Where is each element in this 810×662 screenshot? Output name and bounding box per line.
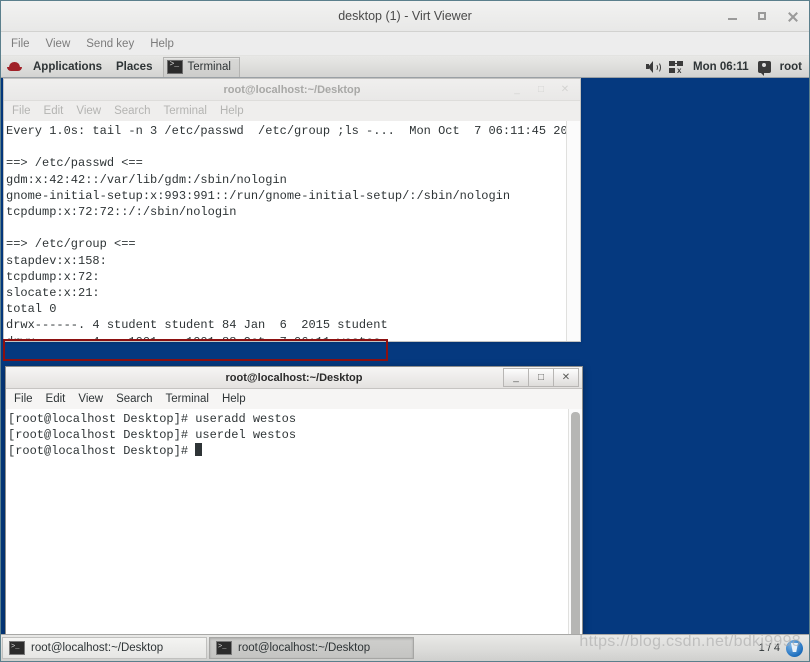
terminal-line: ==> /etc/passwd <== bbox=[6, 156, 143, 171]
terminal-menu-edit[interactable]: Edit bbox=[46, 393, 66, 405]
gnome-bottom-taskbar: root@localhost:~/Desktop root@localhost:… bbox=[1, 634, 809, 661]
terminal-watch-titlebar[interactable]: root@localhost:~/Desktop _ □ ✕ bbox=[4, 79, 580, 101]
terminal-watch-controls: _ □ ✕ bbox=[505, 81, 577, 98]
terminal-cursor bbox=[195, 443, 203, 457]
trash-icon[interactable] bbox=[786, 639, 803, 657]
terminal-watch-title: root@localhost:~/Desktop bbox=[223, 83, 361, 96]
taskbar-item-label: root@localhost:~/Desktop bbox=[238, 642, 371, 654]
terminal-menu-file[interactable]: File bbox=[14, 393, 33, 405]
terminal-icon bbox=[216, 641, 232, 655]
workspace-switcher[interactable]: 1 / 4 bbox=[759, 642, 786, 654]
terminal-shell-body[interactable]: [root@localhost Desktop]# useradd westos… bbox=[6, 409, 582, 661]
terminal-line: [root@localhost Desktop]# useradd westos bbox=[8, 412, 297, 426]
terminal-line: total 0 bbox=[6, 302, 57, 317]
terminal-watch-menubar: File Edit View Search Terminal Help bbox=[4, 101, 580, 121]
virt-viewer-window: desktop (1) - Virt Viewer File View Send… bbox=[0, 0, 810, 662]
minimize-icon[interactable] bbox=[726, 10, 739, 23]
terminal-watch-screen[interactable]: Every 1.0s: tail -n 3 /etc/passwd /etc/g… bbox=[4, 121, 566, 341]
terminal-menu-view[interactable]: View bbox=[78, 393, 103, 405]
terminal-line: ==> /etc/group <== bbox=[6, 237, 136, 252]
terminal-menu-file[interactable]: File bbox=[12, 105, 31, 117]
virt-viewer-menubar: File View Send key Help bbox=[1, 32, 809, 56]
terminal-icon bbox=[9, 641, 25, 655]
menu-send-key[interactable]: Send key bbox=[86, 38, 134, 50]
redhat-logo-icon bbox=[7, 59, 22, 74]
guest-desktop: Applications Places Terminal x Mon bbox=[1, 56, 809, 661]
terminal-menu-edit[interactable]: Edit bbox=[44, 105, 64, 117]
panel-user-label[interactable]: root bbox=[780, 61, 802, 73]
virt-viewer-title: desktop (1) - Virt Viewer bbox=[338, 9, 472, 23]
terminal-menu-terminal[interactable]: Terminal bbox=[164, 105, 207, 117]
minimize-icon[interactable]: _ bbox=[505, 81, 529, 98]
terminal-shell-scrollbar[interactable] bbox=[568, 409, 582, 661]
terminal-window-watch[interactable]: root@localhost:~/Desktop _ □ ✕ File Edit… bbox=[3, 78, 581, 342]
network-disconnected-icon[interactable]: x bbox=[669, 60, 684, 74]
minimize-icon[interactable]: _ bbox=[503, 368, 528, 387]
close-glyph: ✕ bbox=[560, 84, 570, 95]
maximize-glyph: □ bbox=[537, 372, 545, 383]
menu-help[interactable]: Help bbox=[150, 38, 174, 50]
close-icon[interactable] bbox=[786, 10, 799, 23]
terminal-line: gdm:x:42:42::/var/lib/gdm:/sbin/nologin bbox=[6, 172, 287, 187]
terminal-menu-help[interactable]: Help bbox=[220, 105, 244, 117]
speaker-icon[interactable] bbox=[645, 60, 662, 74]
user-icon[interactable] bbox=[757, 60, 771, 76]
virt-viewer-titlebar: desktop (1) - Virt Viewer bbox=[1, 1, 809, 32]
minimize-glyph: _ bbox=[513, 372, 519, 383]
terminal-menu-view[interactable]: View bbox=[76, 105, 101, 117]
taskbar-item-1[interactable]: root@localhost:~/Desktop bbox=[209, 637, 414, 659]
close-icon[interactable]: ✕ bbox=[553, 368, 579, 387]
minimize-glyph: _ bbox=[514, 84, 520, 95]
gnome-top-panel: Applications Places Terminal x Mon bbox=[1, 56, 809, 78]
terminal-shell-titlebar[interactable]: root@localhost:~/Desktop _ □ ✕ bbox=[6, 367, 582, 389]
taskbar-item-0[interactable]: root@localhost:~/Desktop bbox=[2, 637, 207, 659]
terminal-menu-help[interactable]: Help bbox=[222, 393, 246, 405]
terminal-menu-search[interactable]: Search bbox=[116, 393, 152, 405]
terminal-line: slocate:x:21: bbox=[6, 286, 100, 301]
terminal-line: drwx------. 4 student student 84 Jan 6 2… bbox=[6, 318, 388, 333]
terminal-icon bbox=[167, 59, 184, 74]
panel-window-button-terminal[interactable]: Terminal bbox=[163, 56, 240, 77]
terminal-watch-body[interactable]: Every 1.0s: tail -n 3 /etc/passwd /etc/g… bbox=[4, 121, 580, 341]
maximize-glyph: □ bbox=[537, 84, 545, 95]
places-menu[interactable]: Places bbox=[109, 56, 159, 77]
terminal-line: tcpdump:x:72: bbox=[6, 269, 100, 284]
taskbar-item-label: root@localhost:~/Desktop bbox=[31, 642, 164, 654]
virt-viewer-window-controls bbox=[726, 1, 799, 31]
terminal-watch-scrollbar[interactable] bbox=[566, 121, 580, 341]
terminal-shell-title: root@localhost:~/Desktop bbox=[225, 371, 363, 384]
menu-view[interactable]: View bbox=[46, 38, 71, 50]
applications-menu[interactable]: Applications bbox=[26, 56, 109, 77]
terminal-line: stapdev:x:158: bbox=[6, 253, 107, 268]
maximize-icon[interactable]: □ bbox=[528, 368, 553, 387]
terminal-line: gnome-initial-setup:x:993:991::/run/gnom… bbox=[6, 188, 511, 203]
terminal-line: Every 1.0s: tail -n 3 /etc/passwd /etc/g… bbox=[6, 124, 566, 138]
terminal-shell-screen[interactable]: [root@localhost Desktop]# useradd westos… bbox=[6, 409, 568, 661]
annotation-highlight-box bbox=[3, 339, 388, 361]
terminal-shell-controls: _ □ ✕ bbox=[503, 368, 579, 387]
terminal-menu-search[interactable]: Search bbox=[114, 105, 150, 117]
terminal-shell-menubar: File Edit View Search Terminal Help bbox=[6, 389, 582, 409]
menu-file[interactable]: File bbox=[11, 38, 30, 50]
terminal-line: [root@localhost Desktop]# bbox=[8, 443, 568, 459]
maximize-icon[interactable]: □ bbox=[529, 81, 553, 98]
terminal-line: tcpdump:x:72:72::/:/sbin/nologin bbox=[6, 205, 237, 220]
close-icon[interactable]: ✕ bbox=[553, 81, 577, 98]
terminal-window-shell[interactable]: root@localhost:~/Desktop _ □ ✕ File Edit… bbox=[5, 366, 583, 661]
close-glyph: ✕ bbox=[561, 372, 571, 383]
terminal-line: drwx------. 4 1001 1001 88 Oct 7 06:11 w… bbox=[6, 334, 566, 341]
panel-window-label: Terminal bbox=[187, 61, 231, 73]
panel-tray: x Mon 06:11 root bbox=[645, 56, 809, 77]
panel-clock[interactable]: Mon 06:11 bbox=[693, 61, 749, 73]
maximize-icon[interactable] bbox=[756, 10, 769, 23]
terminal-line: [root@localhost Desktop]# userdel westos bbox=[8, 428, 297, 443]
panel-left-section: Applications Places Terminal bbox=[1, 56, 240, 77]
terminal-menu-terminal[interactable]: Terminal bbox=[166, 393, 209, 405]
